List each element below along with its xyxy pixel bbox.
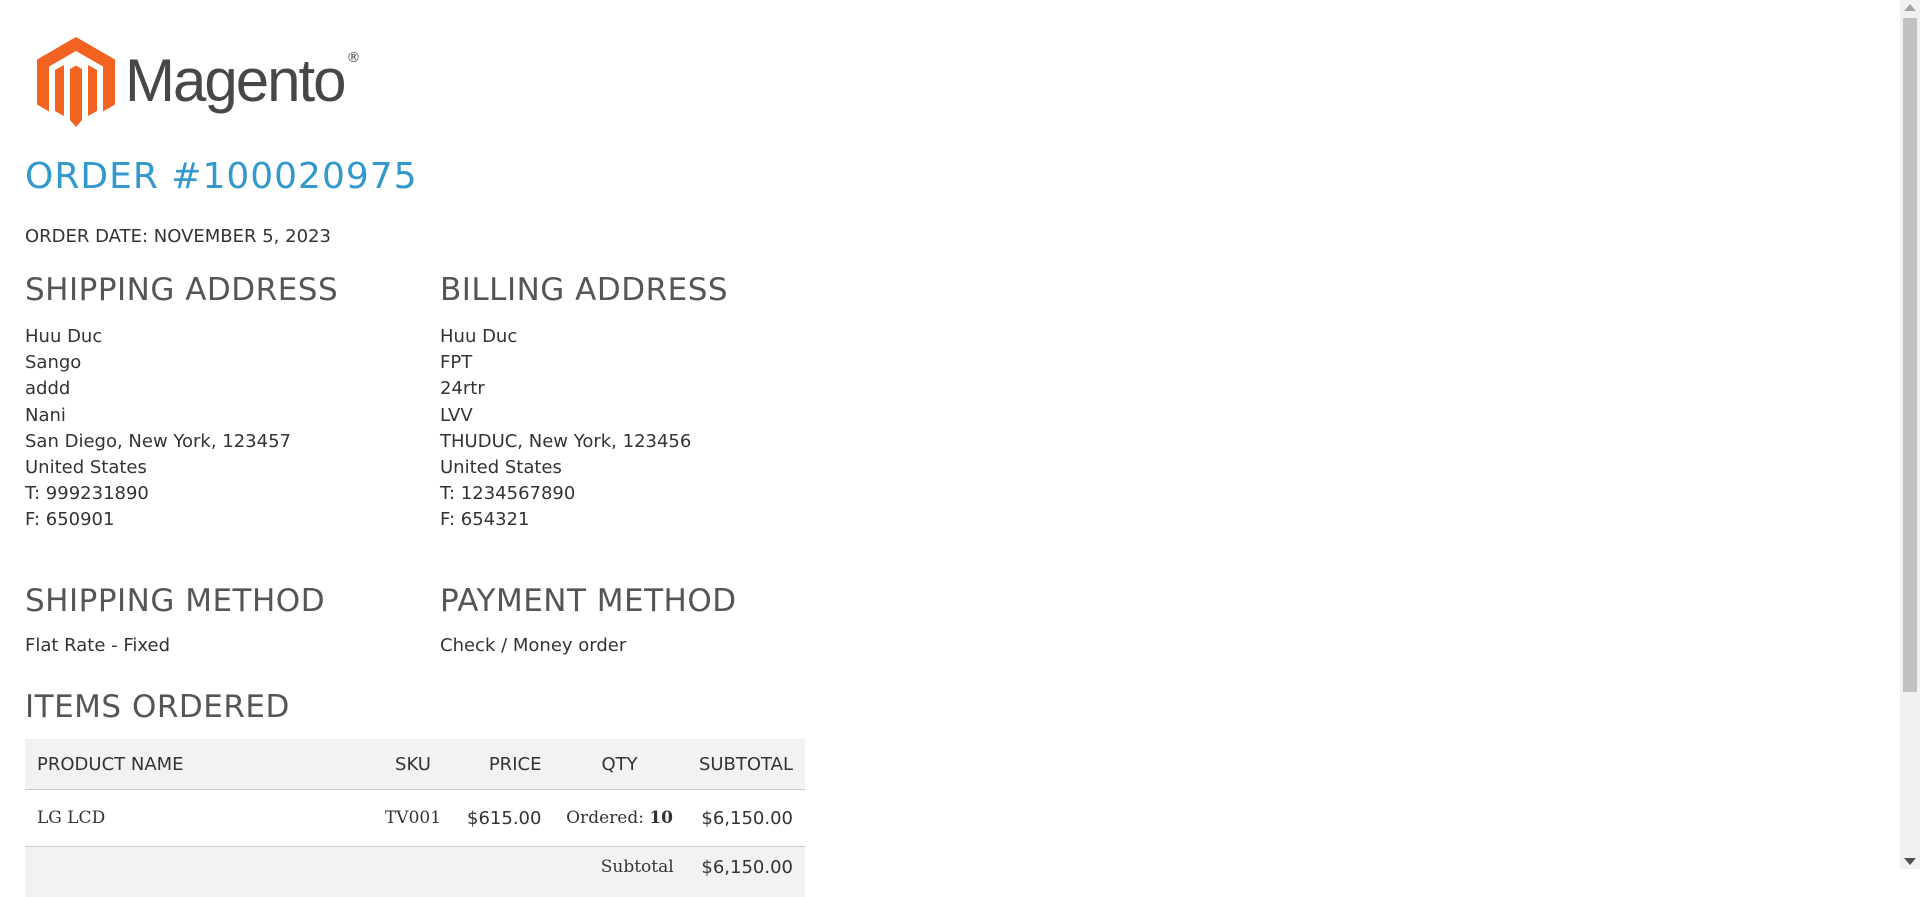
vertical-scrollbar[interactable]: [1900, 0, 1920, 869]
address-line: THUDUC, New York, 123456: [440, 429, 840, 455]
payment-method-value: Check / Money order: [440, 635, 840, 656]
scrollbar-thumb[interactable]: [1903, 18, 1917, 692]
address-line: FPT: [440, 350, 840, 376]
table-row: LG LCD TV001 $615.00 Ordered: 10 $6,150.…: [25, 790, 805, 847]
magento-hexagon-icon: [37, 37, 115, 127]
item-price: $615.00: [453, 790, 553, 847]
scroll-down-arrow-icon[interactable]: [1904, 858, 1916, 865]
address-line: San Diego, New York, 123457: [25, 429, 425, 455]
shipping-address-title: SHIPPING ADDRESS: [25, 272, 425, 308]
address-telephone: T: 999231890: [25, 481, 425, 507]
shipping-address-lines: Huu Duc Sango addd Nani San Diego, New Y…: [25, 324, 425, 534]
totals-row: Subtotal $6,150.00: [25, 847, 805, 897]
address-line: Sango: [25, 350, 425, 376]
table-header-row: PRODUCT NAME SKU PRICE QTY SUBTOTAL: [25, 739, 805, 790]
billing-address-lines: Huu Duc FPT 24rtr LVV THUDUC, New York, …: [440, 324, 840, 534]
address-fax: F: 650901: [25, 507, 425, 533]
address-telephone: T: 1234567890: [440, 481, 840, 507]
col-header-product: PRODUCT NAME: [25, 739, 373, 790]
items-ordered-title: ITEMS ORDERED: [25, 689, 290, 725]
order-date: ORDER DATE: NOVEMBER 5, 2023: [25, 226, 331, 247]
billing-address-block: BILLING ADDRESS Huu Duc FPT 24rtr LVV TH…: [440, 272, 840, 534]
items-table: PRODUCT NAME SKU PRICE QTY SUBTOTAL LG L…: [25, 739, 805, 897]
logo-wordmark: Magento: [125, 46, 345, 115]
logo-registered-mark: ®: [347, 50, 361, 66]
shipping-address-block: SHIPPING ADDRESS Huu Duc Sango addd Nani…: [25, 272, 425, 534]
scroll-up-arrow-icon[interactable]: [1904, 4, 1916, 11]
col-header-qty: QTY: [553, 739, 685, 790]
address-line: United States: [440, 455, 840, 481]
address-line: LVV: [440, 403, 840, 429]
payment-method-title: PAYMENT METHOD: [440, 583, 840, 619]
item-qty: Ordered: 10: [553, 790, 685, 847]
order-title: ORDER #100020975: [25, 156, 418, 197]
payment-method-block: PAYMENT METHOD Check / Money order: [440, 583, 840, 656]
address-line: United States: [25, 455, 425, 481]
address-line: Nani: [25, 403, 425, 429]
billing-address-title: BILLING ADDRESS: [440, 272, 840, 308]
col-header-sku: SKU: [373, 739, 454, 790]
address-line: 24rtr: [440, 376, 840, 402]
item-qty-value: 10: [649, 808, 673, 828]
item-sku: TV001: [373, 790, 454, 847]
item-qty-label: Ordered:: [566, 808, 644, 828]
col-header-subtotal: SUBTOTAL: [686, 739, 805, 790]
item-product-name: LG LCD: [25, 790, 373, 847]
shipping-method-value: Flat Rate - Fixed: [25, 635, 425, 656]
shipping-method-title: SHIPPING METHOD: [25, 583, 425, 619]
col-header-price: PRICE: [453, 739, 553, 790]
address-line: Huu Duc: [25, 324, 425, 350]
address-fax: F: 654321: [440, 507, 840, 533]
address-line: Huu Duc: [440, 324, 840, 350]
magento-logo: Magento ®: [37, 36, 359, 128]
address-line: addd: [25, 376, 425, 402]
totals-subtotal-label: Subtotal: [25, 847, 686, 897]
item-subtotal: $6,150.00: [686, 790, 805, 847]
totals-subtotal-value: $6,150.00: [686, 847, 805, 897]
shipping-method-block: SHIPPING METHOD Flat Rate - Fixed: [25, 583, 425, 656]
